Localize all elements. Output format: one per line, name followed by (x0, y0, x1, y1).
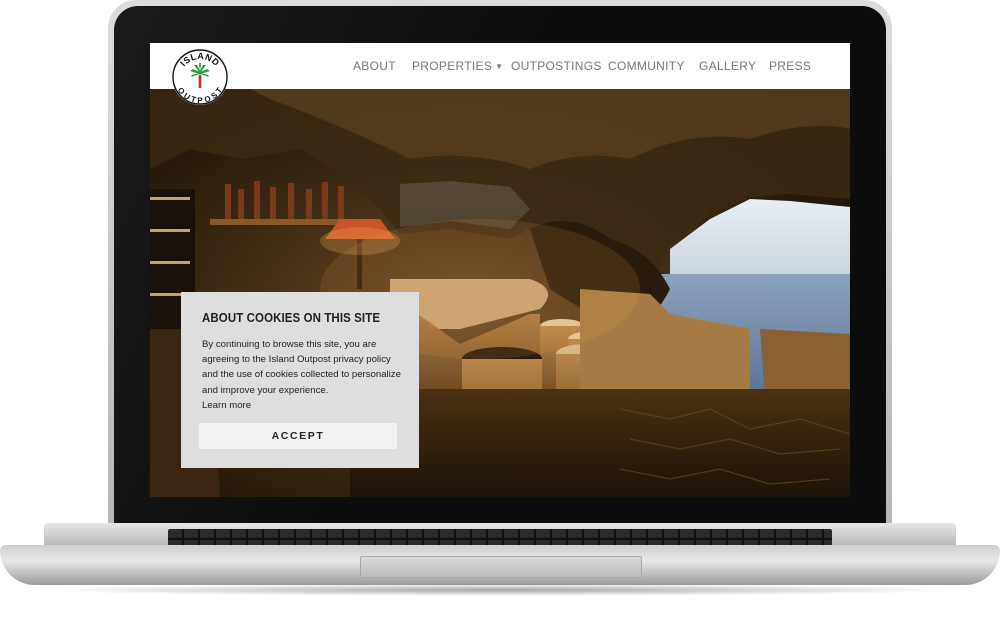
cookie-notice-title: ABOUT COOKIES ON THIS SITE (202, 311, 381, 325)
laptop-trackpad (360, 556, 642, 578)
nav-item-gallery[interactable]: GALLERY (699, 59, 756, 73)
nav-item-outpostings[interactable]: OUTPOSTINGS (511, 59, 602, 73)
accept-cookies-button[interactable]: ACCEPT (199, 423, 397, 449)
website-screen: ABOUT PROPERTIES ▼ OUTPOSTINGS COMMUNITY … (150, 43, 850, 497)
cookie-notice-text: By continuing to browse this site, you a… (202, 339, 401, 396)
nav-item-community[interactable]: COMMUNITY (608, 59, 685, 73)
nav-item-about[interactable]: ABOUT (353, 59, 396, 73)
laptop-shadow (30, 584, 970, 596)
site-navbar: ABOUT PROPERTIES ▼ OUTPOSTINGS COMMUNITY … (150, 43, 850, 89)
nav-item-press[interactable]: PRESS (769, 59, 811, 73)
nav-item-properties-label: PROPERTIES (412, 59, 493, 73)
cookie-notice-body: By continuing to browse this site, you a… (202, 337, 407, 413)
logo-graphic: ISLAND OUTPOST (172, 49, 228, 105)
island-outpost-logo[interactable]: ISLAND OUTPOST (172, 49, 228, 105)
learn-more-link[interactable]: Learn more (202, 400, 251, 411)
caret-down-icon: ▼ (495, 62, 504, 71)
cookie-notice: ABOUT COOKIES ON THIS SITE By continuing… (181, 292, 419, 468)
nav-item-properties[interactable]: PROPERTIES ▼ (412, 59, 503, 73)
